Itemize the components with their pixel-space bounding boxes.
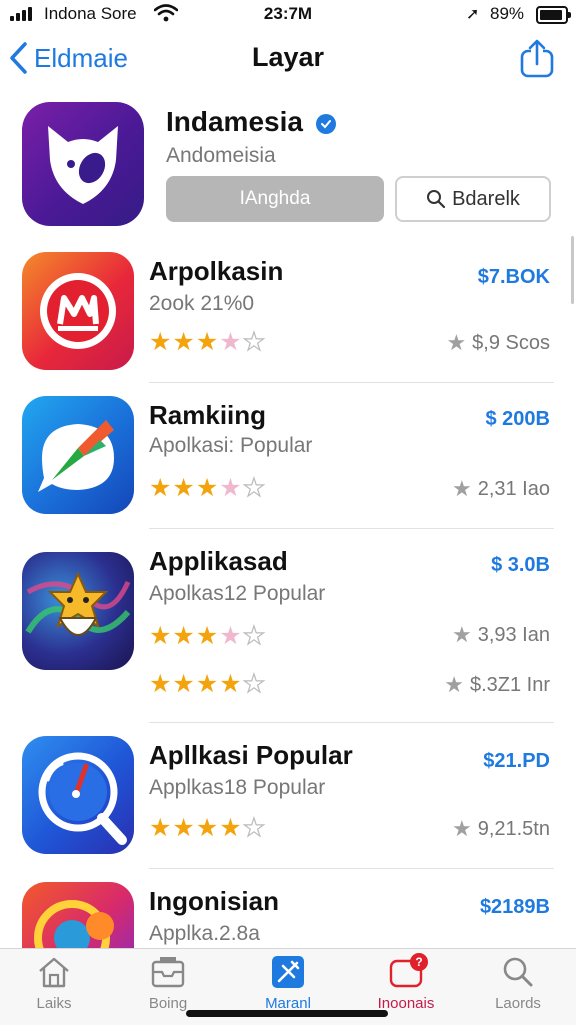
app-subtitle: Apolkas12 Popular bbox=[149, 582, 326, 605]
star-icon: ★ bbox=[172, 670, 195, 698]
star-icon: ★ bbox=[149, 622, 172, 650]
featured-app-icon[interactable] bbox=[22, 102, 144, 226]
divider bbox=[149, 382, 554, 383]
star-icon: ★ bbox=[242, 814, 266, 842]
app-name: Applikasad bbox=[149, 546, 288, 576]
list-item[interactable]: Ramkiing Apolkasi: Popular $ 200B ★ ★ ★ ★ ★ … bbox=[0, 394, 576, 528]
star-rating: ★ ★ ★ ★ ★ bbox=[149, 474, 266, 502]
star-icon: ★ bbox=[172, 814, 195, 842]
featured-app-developer: Andomeisia bbox=[166, 144, 276, 167]
rating-count: ★ 2,31 Iao bbox=[451, 476, 550, 501]
app-name: Ramkiing bbox=[149, 400, 267, 430]
star-icon: ★ bbox=[172, 474, 195, 502]
battery-icon bbox=[536, 6, 571, 24]
navigation-bar: Eldmaie Layar bbox=[0, 28, 576, 92]
rating-count: ★ $.3Z1 Inr bbox=[444, 672, 550, 697]
app-price[interactable]: $7.BOK bbox=[478, 266, 550, 289]
featured-app: Indamesia Andomeisia IAnghda Bdarelk bbox=[0, 92, 576, 232]
search-button[interactable]: Bdarelk bbox=[395, 176, 551, 222]
list-item[interactable]: Arpolkasin 2ook 21%0 $7.BOK ★ ★ ★ ★ ★ ★ $,9 S… bbox=[0, 248, 576, 382]
tab-label: Laords bbox=[495, 995, 541, 1012]
list-item[interactable]: Applikasad Apolkas12 Popular $ 3.0B ★ ★ ★ ★… bbox=[0, 542, 576, 722]
page-title: Layar bbox=[251, 42, 325, 72]
star-icon: ★ bbox=[444, 672, 464, 697]
star-icon: ★ bbox=[219, 328, 242, 356]
app-icon bbox=[22, 396, 134, 514]
star-rating: ★ ★ ★ ★ ★ bbox=[149, 328, 266, 356]
app-icon bbox=[22, 736, 134, 854]
app-subtitle: Applkas18 Popular bbox=[149, 776, 326, 799]
app-icon bbox=[22, 252, 134, 370]
app-subtitle: Apolkasi: Popular bbox=[149, 434, 313, 457]
tab-home[interactable]: Laiks bbox=[0, 955, 108, 1019]
share-icon[interactable] bbox=[518, 38, 556, 78]
app-price[interactable]: $21.PD bbox=[483, 750, 550, 773]
star-icon: ★ bbox=[195, 622, 219, 650]
star-icon: ★ bbox=[149, 814, 172, 842]
star-icon: ★ bbox=[242, 670, 266, 698]
featured-app-name: Indamesia bbox=[166, 106, 303, 137]
app-store-icon bbox=[272, 956, 304, 988]
app-name: Ingonisian bbox=[149, 886, 279, 916]
star-icon: ★ bbox=[446, 330, 467, 355]
app-subtitle: Applka.2.8a bbox=[149, 922, 260, 945]
app-icon bbox=[22, 882, 134, 948]
star-icon: ★ bbox=[242, 622, 266, 650]
divider bbox=[149, 868, 554, 869]
star-icon: ★ bbox=[242, 474, 266, 502]
star-icon: ★ bbox=[219, 622, 242, 650]
app-name: Arpolkasin bbox=[149, 256, 284, 286]
notification-badge: ? bbox=[410, 953, 428, 971]
rating-count: ★ 9,21.5tn bbox=[451, 816, 550, 841]
star-icon: ★ bbox=[195, 474, 219, 502]
inbox-icon bbox=[151, 957, 185, 988]
divider bbox=[149, 722, 554, 723]
star-icon: ★ bbox=[172, 622, 195, 650]
verified-badge-icon bbox=[316, 114, 336, 134]
star-icon: ★ bbox=[195, 328, 219, 356]
divider bbox=[149, 528, 554, 529]
location-arrow-icon: ➚ bbox=[466, 6, 480, 23]
star-icon: ★ bbox=[195, 814, 219, 842]
rating-count: ★ $,9 Scos bbox=[446, 330, 550, 355]
search-icon bbox=[427, 190, 446, 209]
home-icon bbox=[39, 957, 69, 988]
list-item[interactable]: Ingonisian Applka.2.8a $2189B bbox=[0, 880, 576, 948]
star-icon: ★ bbox=[172, 328, 195, 356]
app-name: Apllkasi Popular bbox=[149, 740, 353, 770]
star-icon: ★ bbox=[149, 670, 172, 698]
app-price[interactable]: $2189B bbox=[480, 896, 550, 919]
search-button-label: Bdarelk bbox=[452, 187, 520, 210]
app-icon bbox=[22, 552, 134, 670]
rating-count: ★ 3,93 Ian bbox=[451, 622, 550, 647]
list-item[interactable]: Apllkasi Popular Applkas18 Popular $21.P… bbox=[0, 734, 576, 868]
star-rating: ★ ★ ★ ★ ★ bbox=[149, 814, 266, 842]
star-icon: ★ bbox=[219, 670, 242, 698]
star-icon: ★ bbox=[195, 670, 219, 698]
star-icon: ★ bbox=[219, 474, 242, 502]
star-icon: ★ bbox=[219, 814, 242, 842]
app-subtitle: 2ook 21%0 bbox=[149, 292, 255, 315]
star-icon: ★ bbox=[149, 474, 172, 502]
star-rating: ★ ★ ★ ★ ★ bbox=[149, 622, 266, 650]
tab-label: Laiks bbox=[36, 995, 72, 1012]
search-icon bbox=[503, 957, 533, 987]
star-icon: ★ bbox=[451, 816, 472, 841]
star-icon: ★ bbox=[451, 476, 472, 501]
tab-search[interactable]: Laords bbox=[464, 955, 572, 1019]
status-bar: Indona Sore 23:7M ➚ 89% bbox=[0, 0, 576, 28]
get-button[interactable]: IAnghda bbox=[166, 176, 384, 222]
star-icon: ★ bbox=[242, 328, 266, 356]
app-price[interactable]: $ 200B bbox=[486, 408, 551, 431]
star-icon: ★ bbox=[149, 328, 172, 356]
shield-mascot-icon bbox=[48, 126, 118, 204]
home-indicator bbox=[186, 1010, 388, 1017]
app-price[interactable]: $ 3.0B bbox=[491, 554, 550, 577]
star-icon: ★ bbox=[451, 622, 472, 647]
battery-percent: 89% bbox=[490, 4, 525, 23]
star-rating: ★ ★ ★ ★ ★ bbox=[149, 670, 266, 698]
